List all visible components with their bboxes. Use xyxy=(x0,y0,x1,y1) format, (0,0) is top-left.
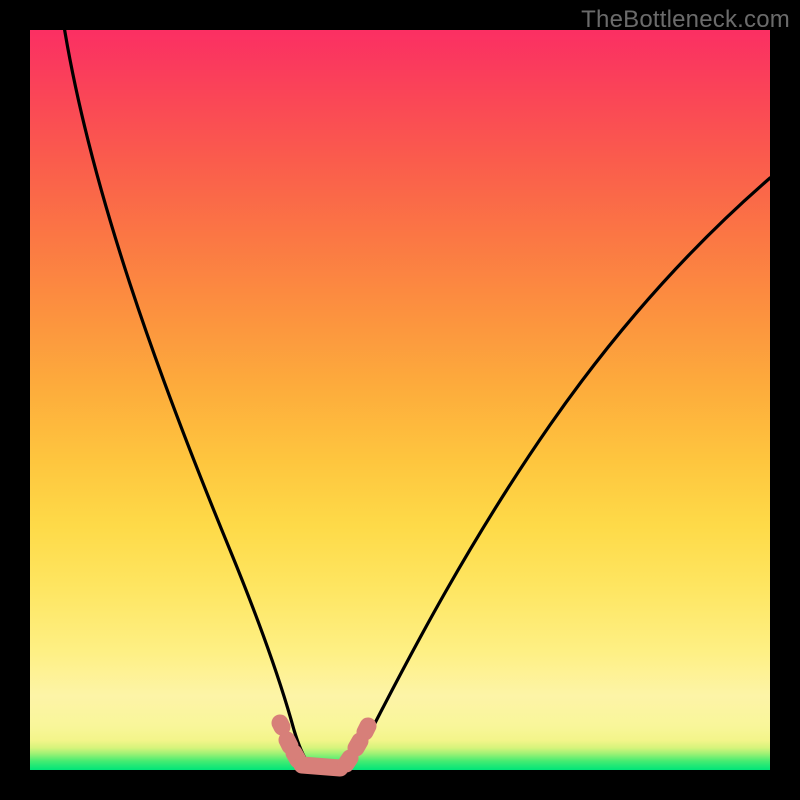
bottleneck-curve xyxy=(30,30,770,770)
marker-group-left xyxy=(280,723,298,760)
chart-plot-area xyxy=(30,30,770,770)
curve-right-branch xyxy=(338,178,770,770)
watermark-text: TheBottleneck.com xyxy=(581,6,790,34)
marker-group-right xyxy=(346,726,368,764)
curve-left-branch xyxy=(63,20,312,768)
marker-group-valley xyxy=(302,765,340,768)
chart-frame: TheBottleneck.com xyxy=(0,0,800,800)
